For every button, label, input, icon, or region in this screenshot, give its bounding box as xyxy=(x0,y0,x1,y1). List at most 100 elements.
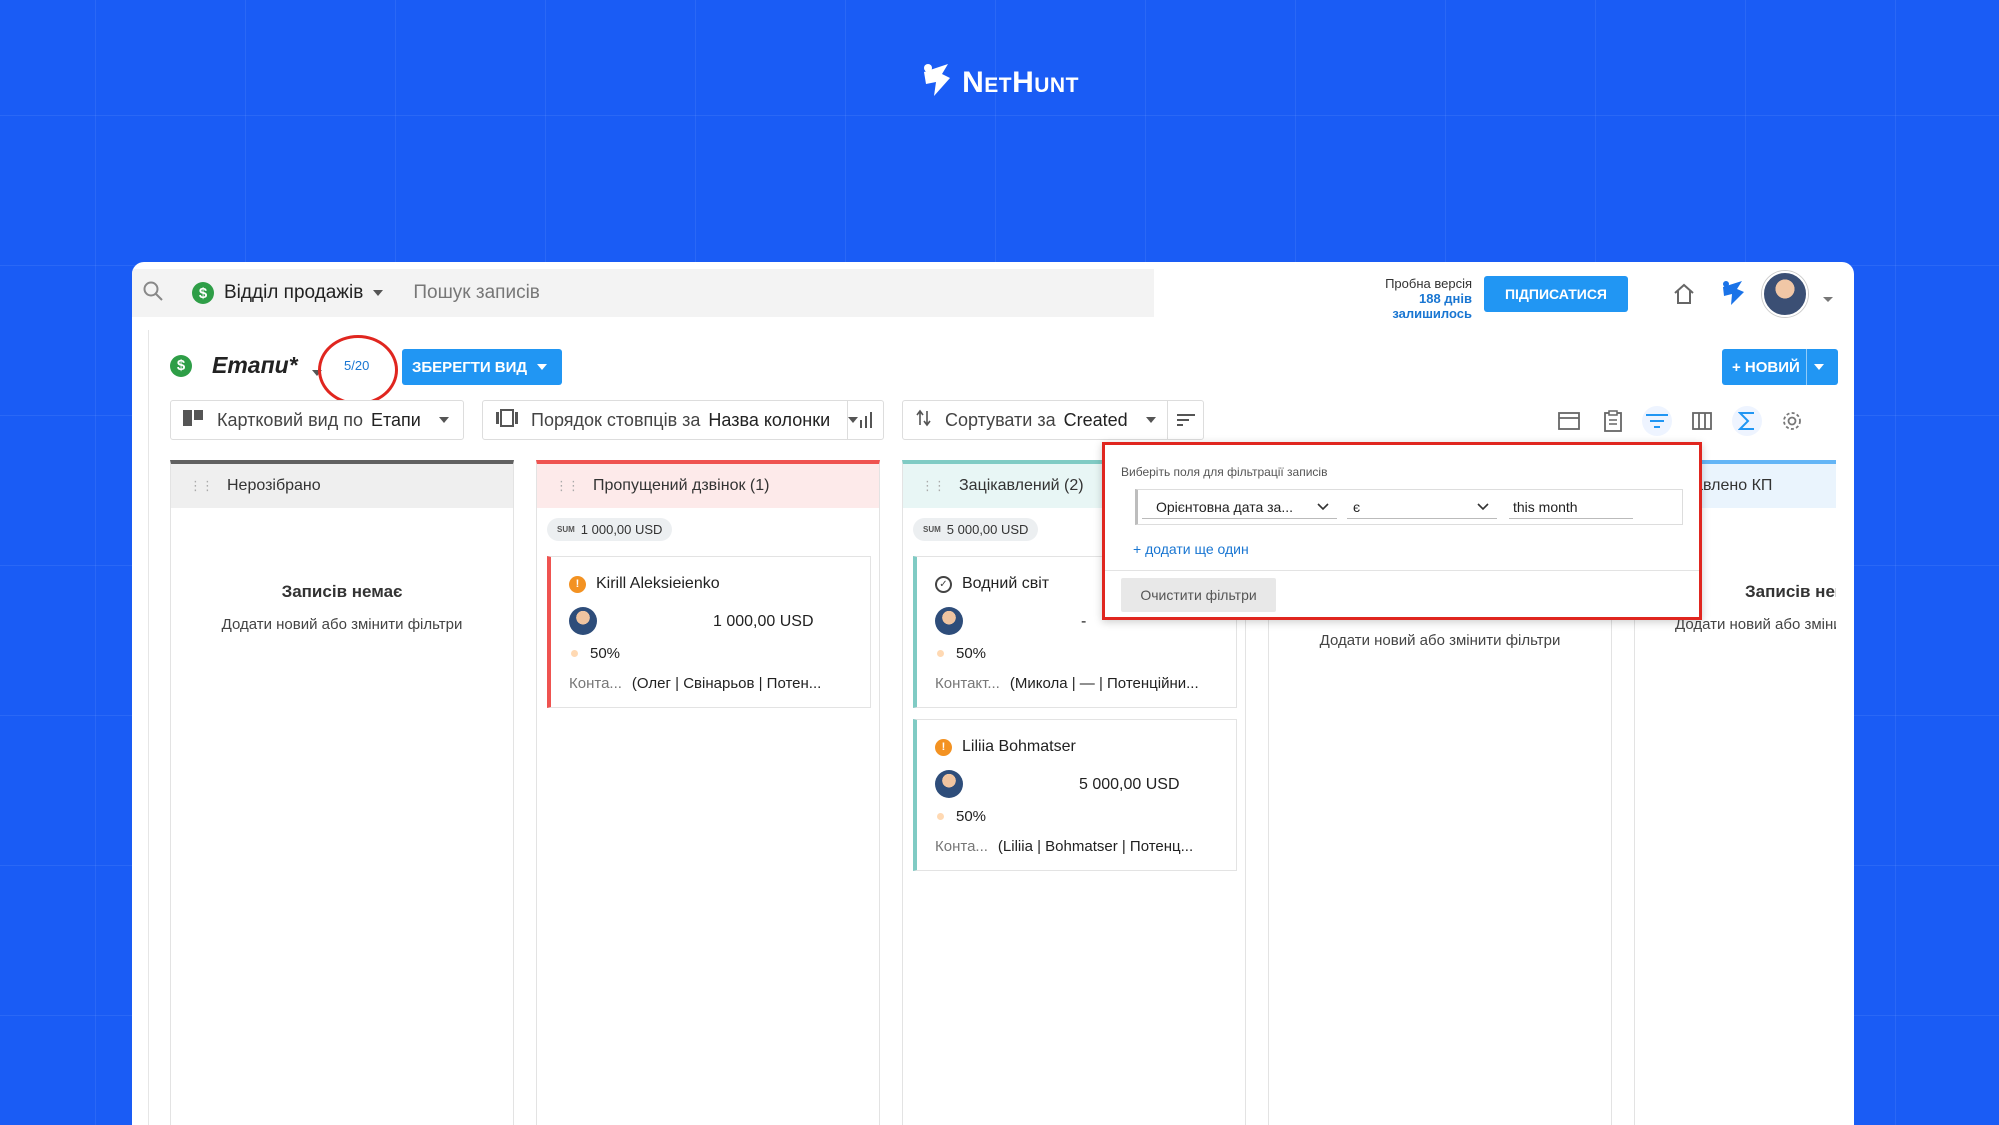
home-icon[interactable] xyxy=(1672,282,1696,311)
columns-icon[interactable] xyxy=(1687,406,1717,436)
empty-title: Записів немає xyxy=(281,582,403,601)
gear-icon[interactable] xyxy=(1777,406,1807,436)
chevron-down-icon[interactable] xyxy=(1814,364,1824,370)
save-view-button[interactable]: ЗБЕРЕГТИ ВИД xyxy=(402,349,562,385)
card-view-icon xyxy=(183,409,205,432)
view-name: Етапи* xyxy=(212,352,298,378)
chevron-down-icon xyxy=(438,417,449,423)
card-contact: Конта... (Олег | Свінарьов | Потен... xyxy=(569,675,822,692)
sum-icon[interactable] xyxy=(1732,406,1762,436)
nethunt-extension-icon[interactable] xyxy=(1720,279,1746,312)
brand-name: NetHunt xyxy=(962,65,1079,99)
card-layout-icon[interactable] xyxy=(1554,406,1584,436)
column-missed-call: ⋮⋮ Пропущений дзвінок (1) SUM 1 000,00 US… xyxy=(536,460,880,1125)
user-avatar[interactable] xyxy=(1762,271,1808,317)
save-view-label: ЗБЕРЕГТИ ВИД xyxy=(412,358,528,376)
trial-info: Пробна версія 188 днів залишилось xyxy=(1337,276,1472,321)
card-name: Liliia Bohmatser xyxy=(962,738,1076,755)
clear-filters-button[interactable]: Очистити фільтри xyxy=(1121,578,1276,612)
filter-operator-select[interactable]: є xyxy=(1347,495,1497,519)
card-name: Kirill Aleksieienko xyxy=(596,575,720,592)
column-header[interactable]: ⋮⋮ Пропущений дзвінок (1) xyxy=(537,464,879,508)
clipboard-icon[interactable] xyxy=(1598,406,1628,436)
avatar xyxy=(569,607,597,635)
subscribe-button[interactable]: ПІДПИСАТИСЯ xyxy=(1484,276,1628,312)
chevron-down-icon xyxy=(1477,502,1489,510)
drag-handle-icon[interactable]: ⋮⋮ xyxy=(189,478,214,494)
column-order-prefix: Порядок стовпців за xyxy=(531,409,701,430)
department-selector[interactable]: $ Відділ продажів xyxy=(192,282,384,304)
card-contact: Контакт... (Микола | — | Потенційни... xyxy=(935,675,1199,692)
card-view-prefix: Картковий вид по xyxy=(217,409,363,430)
column-order-icon xyxy=(495,408,519,432)
card-view-value: Етапи xyxy=(371,409,421,430)
trial-days-left[interactable]: 188 днів залишилось xyxy=(1337,291,1472,321)
app-window: $ Відділ продажів Пробна версія 188 днів… xyxy=(132,262,1854,1125)
chevron-down-icon xyxy=(373,290,384,296)
chart-icon[interactable] xyxy=(847,401,883,439)
probability-dot-icon xyxy=(937,650,944,657)
view-counter: 5/20 xyxy=(344,358,370,373)
sort-prefix: Сортувати за xyxy=(945,409,1056,430)
view-title: $ Етапи* xyxy=(170,352,298,379)
column-header[interactable]: ⋮⋮ Нерозібрано xyxy=(171,464,513,508)
add-filter-link[interactable]: + додати ще один xyxy=(1133,541,1249,557)
column-title: Зацікавлений (2) xyxy=(959,477,1084,494)
card-amount: - xyxy=(1081,613,1087,630)
search-input[interactable] xyxy=(413,282,974,304)
dollar-icon: $ xyxy=(192,282,214,304)
column-order-value: Назва колонки xyxy=(708,409,831,430)
card-view-selector[interactable]: Картковий вид по Етапи xyxy=(170,400,464,440)
deal-card[interactable]: ! Liliia Bohmatser 5 000,00 USD 50% Конта… xyxy=(913,719,1237,871)
filter-popup: Виберіть поля для фільтрації записів Орі… xyxy=(1102,442,1702,620)
sort-arrows-icon xyxy=(915,409,933,432)
top-bar: $ Відділ продажів Пробна версія 188 днів… xyxy=(132,262,1854,324)
view-bar: $ Етапи* 5/20 ЗБЕРЕГТИ ВИД + НОВИЙ xyxy=(132,335,1854,405)
filter-icon[interactable] xyxy=(1642,406,1672,436)
filter-field-select[interactable]: Орієнтовна дата за... xyxy=(1142,495,1337,519)
chevron-down-icon[interactable] xyxy=(1822,291,1834,309)
nethunt-logo-icon xyxy=(920,62,954,103)
search-icon[interactable] xyxy=(142,280,164,307)
department-name: Відділ продажів xyxy=(224,282,364,303)
card-probability: 50% xyxy=(590,645,621,662)
deal-card[interactable]: ! Kirill Aleksieienko 1 000,00 USD 50% Ко… xyxy=(547,556,871,708)
sum-badge: SUM 1 000,00 USD xyxy=(547,518,673,541)
column-title: Нерозібрано xyxy=(227,477,321,494)
column-order-selector[interactable]: Порядок стовпців за Назва колонки xyxy=(482,400,884,440)
chevron-down-icon[interactable] xyxy=(537,364,548,370)
sort-value: Created xyxy=(1063,409,1128,430)
card-name: Водний світ xyxy=(962,575,1050,592)
card-amount: 5 000,00 USD xyxy=(1079,776,1180,793)
sort-order-icon[interactable] xyxy=(1167,401,1203,439)
search-bar[interactable]: $ Відділ продажів xyxy=(132,269,1154,317)
chevron-down-icon xyxy=(1317,502,1329,510)
chevron-down-icon xyxy=(1145,417,1156,423)
new-record-label: + НОВИЙ xyxy=(1732,358,1800,376)
empty-subtitle: Додати новий або змінити фільтри xyxy=(221,616,463,633)
drag-handle-icon[interactable]: ⋮⋮ xyxy=(555,478,580,494)
avatar xyxy=(935,770,963,798)
empty-subtitle: Додати новий або змінити фільтри xyxy=(1319,632,1561,649)
card-contact: Конта... (Liliia | Bohmatser | Потенц... xyxy=(935,838,1194,855)
filter-value-input[interactable]: this month xyxy=(1509,495,1633,519)
warning-icon: ! xyxy=(569,575,586,593)
filter-popup-title: Виберіть поля для фільтрації записів xyxy=(1121,465,1328,479)
brand-header: NetHunt xyxy=(0,62,1999,103)
new-record-button[interactable]: + НОВИЙ xyxy=(1722,349,1838,385)
card-probability: 50% xyxy=(956,808,987,825)
column-unsorted: ⋮⋮ Нерозібрано Записів немає Додати нови… xyxy=(170,460,514,1125)
filter-row: Орієнтовна дата за... є this month xyxy=(1135,489,1683,525)
check-circle-icon: ✓ xyxy=(935,575,952,593)
card-probability: 50% xyxy=(956,645,987,662)
dollar-icon: $ xyxy=(170,354,192,377)
sum-badge: SUM 5 000,00 USD xyxy=(913,518,1039,541)
drag-handle-icon[interactable]: ⋮⋮ xyxy=(921,478,946,494)
trial-label: Пробна версія xyxy=(1385,276,1472,291)
probability-dot-icon xyxy=(937,813,944,820)
sidebar-divider[interactable] xyxy=(148,330,149,1125)
warning-icon: ! xyxy=(935,738,952,756)
column-title: Пропущений дзвінок (1) xyxy=(593,477,770,494)
toolbar: Картковий вид по Етапи Порядок стовпців … xyxy=(132,400,1854,444)
sort-selector[interactable]: Сортувати за Created xyxy=(902,400,1204,440)
